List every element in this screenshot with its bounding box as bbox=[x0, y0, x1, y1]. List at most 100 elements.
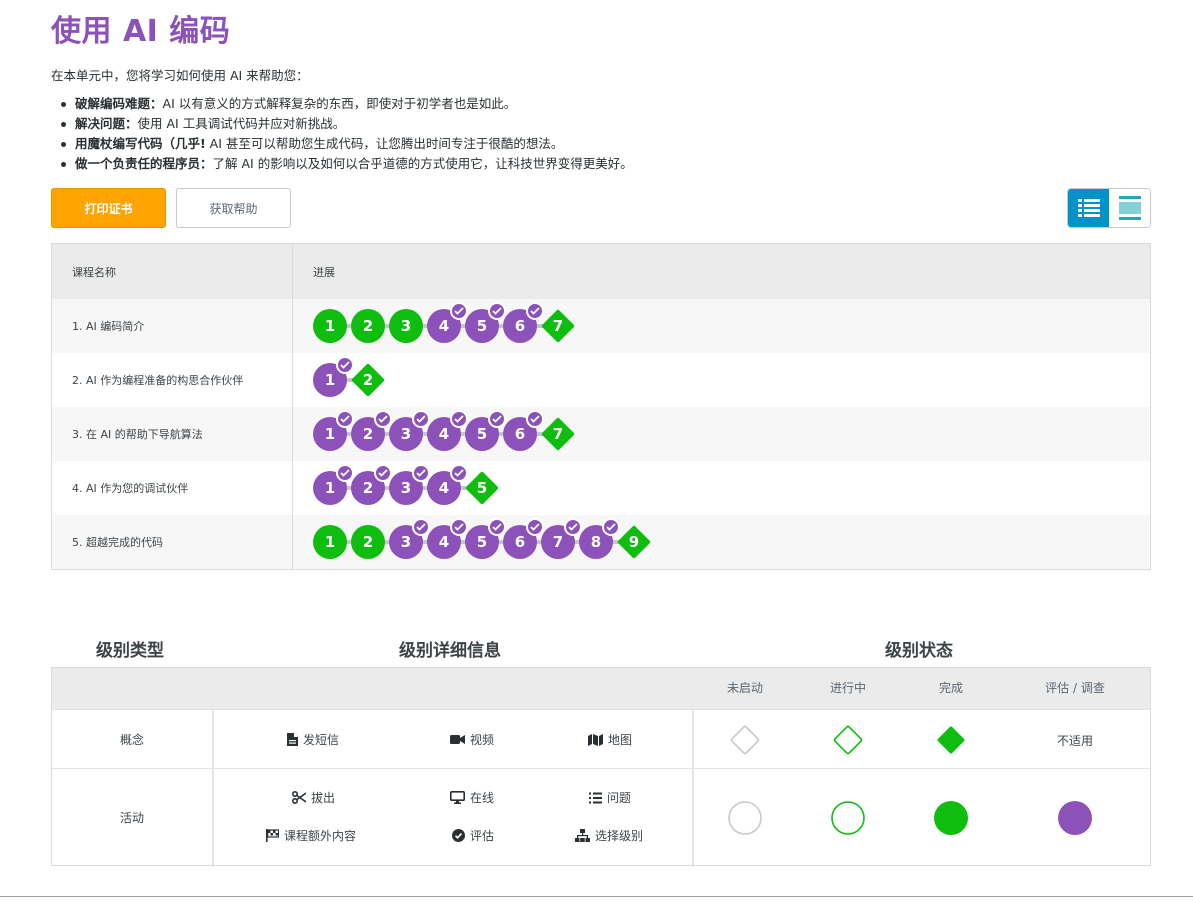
level-bubble[interactable]: 4 bbox=[427, 464, 468, 505]
list-icon bbox=[589, 792, 602, 803]
goals-list: 破解编码难题：AI 以有意义的方式解释复杂的东西，即使对于初学者也是如此。 解决… bbox=[59, 94, 633, 174]
level-bubble[interactable]: 2 bbox=[351, 410, 392, 451]
lesson-name[interactable]: 2. AI 作为编程准备的构思合作伙伴 bbox=[52, 353, 293, 407]
level-bubble[interactable]: 6 bbox=[503, 518, 544, 559]
progress-table: 课程名称 进展 1. AI 编码简介 1234567 2. AI 作为编程准备的… bbox=[51, 243, 1151, 570]
level-number: 4 bbox=[438, 479, 450, 497]
desktop-icon bbox=[450, 791, 465, 804]
summary-view-button[interactable] bbox=[1109, 189, 1150, 227]
circle-outline-gray-icon bbox=[728, 801, 762, 835]
print-certificate-button[interactable]: 打印证书 bbox=[51, 188, 166, 228]
level-number: 1 bbox=[324, 371, 336, 389]
level-bubble[interactable]: 1 bbox=[313, 525, 347, 559]
level-bubble[interactable]: 3 bbox=[389, 464, 430, 505]
detail-label: 拔出 bbox=[311, 791, 336, 805]
lesson-name[interactable]: 3. 在 AI 的帮助下导航算法 bbox=[52, 407, 293, 461]
level-number: 2 bbox=[362, 425, 374, 443]
level-bubble[interactable]: 3 bbox=[389, 518, 430, 559]
level-bubble[interactable]: 2 bbox=[351, 309, 385, 343]
get-help-button[interactable]: 获取帮助 bbox=[176, 188, 291, 228]
column-header-progress: 进展 bbox=[313, 265, 335, 279]
lesson-row: 1. AI 编码简介 1 2 3 4 5 6 7 bbox=[52, 299, 1150, 353]
level-diamond[interactable]: 2 bbox=[351, 363, 385, 397]
scissors-icon bbox=[292, 791, 306, 804]
lesson-name[interactable]: 4. AI 作为您的调试伙伴 bbox=[52, 461, 293, 515]
level-number: 3 bbox=[400, 425, 412, 443]
level-number: 3 bbox=[400, 317, 412, 335]
goal-bold: 做一个负责任的程序员： bbox=[75, 156, 213, 171]
level-bubble[interactable]: 4 bbox=[427, 302, 468, 343]
check-badge-icon bbox=[336, 464, 354, 482]
lesson-row: 5. 超越完成的代码 1 2 3 4 5 6 7 8 9 bbox=[52, 515, 1150, 569]
diamond-outline-gray-icon bbox=[730, 725, 760, 755]
lesson-row: 2. AI 作为编程准备的构思合作伙伴 12 bbox=[52, 353, 1150, 407]
detail-item: 地图 bbox=[588, 731, 632, 748]
goal-text: AI 甚至可以帮助您生成代码，让您腾出时间专注于很酷的想法。 bbox=[205, 136, 564, 151]
level-bubble[interactable]: 1 bbox=[313, 356, 354, 397]
level-number: 5 bbox=[476, 317, 488, 335]
level-number: 4 bbox=[438, 317, 450, 335]
status-not-applicable: 不适用 bbox=[1056, 733, 1093, 748]
level-bubble[interactable]: 6 bbox=[503, 410, 544, 451]
status-header-in-progress: 进行中 bbox=[829, 681, 866, 695]
status-completed bbox=[933, 800, 969, 836]
level-bubble[interactable]: 1 bbox=[313, 309, 347, 343]
check-badge-icon bbox=[488, 518, 506, 536]
column-header-lesson: 课程名称 bbox=[52, 244, 293, 299]
lesson-name[interactable]: 5. 超越完成的代码 bbox=[52, 515, 293, 569]
level-bubble[interactable]: 2 bbox=[351, 464, 392, 505]
lesson-progress-bubbles: 1 2 3 4 5 6 7 bbox=[313, 410, 575, 454]
legend-header-row: 未启动 进行中 完成 评估 / 调查 bbox=[52, 668, 1150, 709]
lesson-progress-bubbles: 1 2 3 4 5 6 7 8 9 bbox=[313, 518, 651, 562]
goal-bold: 用魔杖编写代码（几乎! bbox=[75, 136, 206, 151]
goal-item: 破解编码难题：AI 以有意义的方式解释复杂的东西，即使对于初学者也是如此。 bbox=[59, 94, 633, 114]
level-type-label: 活动 bbox=[52, 769, 214, 865]
level-bubble[interactable]: 5 bbox=[465, 518, 506, 559]
lesson-progress-bubbles: 1 2 3 4 5 6 7 bbox=[313, 302, 575, 346]
detail-item: 课程额外内容 bbox=[266, 827, 356, 844]
list-view-button[interactable] bbox=[1068, 189, 1109, 227]
detail-item: 发短信 bbox=[287, 731, 339, 748]
level-bubble[interactable]: 4 bbox=[427, 518, 468, 559]
goal-text: 使用 AI 工具调试代码并应对新挑战。 bbox=[137, 116, 346, 131]
map-icon bbox=[588, 733, 603, 746]
level-number: 9 bbox=[628, 533, 640, 551]
level-bubble[interactable]: 4 bbox=[427, 410, 468, 451]
goal-bold: 解决问题： bbox=[75, 116, 138, 131]
level-diamond[interactable]: 5 bbox=[465, 471, 499, 505]
intro-text: 在本单元中，您将学习如何使用 AI 来帮助您： bbox=[51, 68, 309, 83]
level-diamond[interactable]: 7 bbox=[541, 417, 575, 451]
level-bubble[interactable]: 2 bbox=[351, 525, 385, 559]
circle-filled-purple-icon bbox=[1058, 801, 1092, 835]
level-number: 1 bbox=[324, 317, 336, 335]
lesson-name[interactable]: 1. AI 编码简介 bbox=[52, 299, 293, 353]
summary-view-icon bbox=[1118, 196, 1141, 220]
check-badge-icon bbox=[336, 410, 354, 428]
level-bubble[interactable]: 5 bbox=[465, 302, 506, 343]
list-view-icon bbox=[1077, 199, 1100, 217]
level-number: 6 bbox=[514, 533, 526, 551]
level-bubble[interactable]: 7 bbox=[541, 518, 582, 559]
detail-item: 问题 bbox=[589, 789, 631, 806]
level-diamond[interactable]: 9 bbox=[617, 525, 651, 559]
detail-label: 发短信 bbox=[303, 733, 340, 747]
level-bubble[interactable]: 5 bbox=[465, 410, 506, 451]
legend-heading-status: 级别状态 bbox=[885, 641, 953, 661]
level-number: 3 bbox=[400, 533, 412, 551]
level-bubble[interactable]: 8 bbox=[579, 518, 620, 559]
legend-heading-details: 级别详细信息 bbox=[399, 641, 501, 661]
level-bubble[interactable]: 3 bbox=[389, 309, 423, 343]
check-badge-icon bbox=[412, 518, 430, 536]
level-number: 6 bbox=[514, 317, 526, 335]
level-bubble[interactable]: 1 bbox=[313, 410, 354, 451]
level-bubble[interactable]: 6 bbox=[503, 302, 544, 343]
detail-item: 在线 bbox=[450, 789, 494, 806]
check-badge-icon bbox=[564, 518, 582, 536]
level-number: 7 bbox=[552, 425, 564, 443]
status-in-progress bbox=[828, 723, 868, 757]
footer-divider bbox=[0, 896, 1193, 897]
level-bubble[interactable]: 1 bbox=[313, 464, 354, 505]
level-bubble[interactable]: 3 bbox=[389, 410, 430, 451]
level-diamond[interactable]: 7 bbox=[541, 309, 575, 343]
legend-row-activity: 活动 拔出 在线 问题 课程额外内容 评估 选择级别 bbox=[52, 768, 1150, 865]
